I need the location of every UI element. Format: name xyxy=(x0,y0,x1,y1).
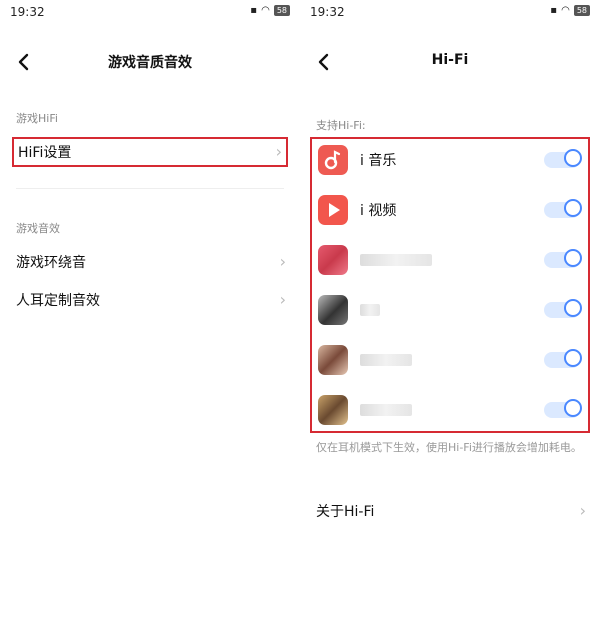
toggle-knob xyxy=(564,349,582,367)
section-label-hifi: 游戏HiFi xyxy=(16,112,58,125)
blurred-app-name xyxy=(360,354,412,366)
hifi-note: 仅在耳机模式下生效，使用Hi-Fi进行播放会增加耗电。 xyxy=(316,441,582,454)
hifi-toggle[interactable] xyxy=(544,149,582,168)
status-time: 19:32 xyxy=(10,5,45,19)
video-app-icon xyxy=(318,195,348,225)
app-name: i 音乐 xyxy=(360,153,397,169)
blurred-app-name xyxy=(360,254,432,266)
page-title: Hi-Fi xyxy=(431,52,469,68)
sim-icon: ▪ xyxy=(550,5,558,16)
hifi-toggle[interactable] xyxy=(544,349,582,368)
blurred-app-icon xyxy=(318,295,348,325)
status-icons: ▪ ◠ 58 xyxy=(550,5,590,16)
app-row-blurred xyxy=(318,245,582,275)
supported-label: 支持Hi-Fi: xyxy=(316,119,366,132)
wifi-icon: ◠ xyxy=(561,5,570,16)
about-hifi-row[interactable]: 关于Hi-Fi › xyxy=(316,497,586,525)
battery-icon: 58 xyxy=(573,5,590,16)
toggle-knob xyxy=(564,299,582,317)
app-row-blurred xyxy=(318,295,582,325)
app-row-video: i 视频 xyxy=(318,195,582,225)
hifi-settings-row[interactable]: HiFi设置 › xyxy=(18,138,282,166)
blurred-app-name xyxy=(360,404,412,416)
music-app-icon xyxy=(318,145,348,175)
left-screen: 19:32 ▪ ◠ 58 游戏音质音效 游戏HiFi HiFi设置 › 游戏音效… xyxy=(0,0,300,637)
custom-sound-label: 人耳定制音效 xyxy=(16,293,100,309)
right-screen: 19:32 ▪ ◠ 58 Hi-Fi 支持Hi-Fi: i 音乐 i 视频 仅在… xyxy=(300,0,600,637)
status-time: 19:32 xyxy=(310,5,345,19)
highlight-box xyxy=(310,137,590,433)
app-row-blurred xyxy=(318,395,582,425)
status-icons: ▪ ◠ 58 xyxy=(250,5,290,16)
app-name: i 视频 xyxy=(360,203,397,219)
divider xyxy=(16,188,284,189)
toggle-knob xyxy=(564,199,582,217)
app-row-music: i 音乐 xyxy=(318,145,582,175)
toggle-knob xyxy=(564,149,582,167)
surround-sound-label: 游戏环绕音 xyxy=(16,255,86,271)
surround-sound-row[interactable]: 游戏环绕音 › xyxy=(16,248,286,276)
blurred-app-name xyxy=(360,304,380,316)
chevron-right-icon: › xyxy=(275,142,282,161)
page-title: 游戏音质音效 xyxy=(108,55,192,71)
chevron-right-icon: › xyxy=(579,501,586,520)
hifi-toggle[interactable] xyxy=(544,249,582,268)
status-bar: 19:32 ▪ ◠ 58 xyxy=(0,0,300,26)
blurred-app-icon xyxy=(318,245,348,275)
toggle-knob xyxy=(564,399,582,417)
blurred-app-icon xyxy=(318,395,348,425)
hifi-toggle[interactable] xyxy=(544,199,582,218)
wifi-icon: ◠ xyxy=(261,5,270,16)
sim-icon: ▪ xyxy=(250,5,258,16)
hifi-toggle[interactable] xyxy=(544,399,582,418)
chevron-right-icon: › xyxy=(279,252,286,271)
hifi-settings-label: HiFi设置 xyxy=(18,145,72,161)
app-row-blurred xyxy=(318,345,582,375)
blurred-app-icon xyxy=(318,345,348,375)
custom-sound-row[interactable]: 人耳定制音效 › xyxy=(16,286,286,314)
toggle-knob xyxy=(564,249,582,267)
hifi-toggle[interactable] xyxy=(544,299,582,318)
status-bar: 19:32 ▪ ◠ 58 xyxy=(300,0,600,26)
about-hifi-label: 关于Hi-Fi xyxy=(316,504,375,520)
chevron-right-icon: › xyxy=(279,290,286,309)
section-label-effects: 游戏音效 xyxy=(16,222,60,235)
battery-icon: 58 xyxy=(273,5,290,16)
